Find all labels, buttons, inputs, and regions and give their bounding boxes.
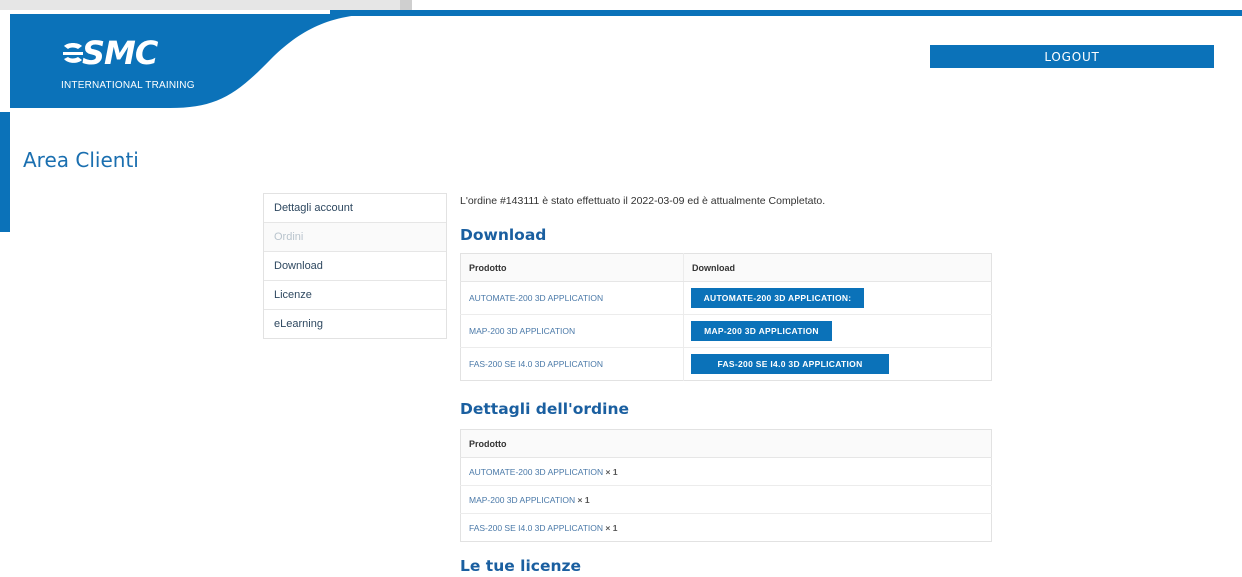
download-cell: AUTOMATE-200 3D APPLICATION:: [683, 281, 992, 315]
sidebar-item-licenze[interactable]: Licenze: [264, 281, 446, 310]
download-table: Prodotto Download AUTOMATE-200 3D APPLIC…: [460, 253, 992, 381]
table-row: MAP-200 3D APPLICATION MAP-200 3D APPLIC…: [460, 314, 992, 348]
order-suffix: .: [822, 195, 826, 207]
logo-subtitle: INTERNATIONAL TRAINING: [61, 80, 195, 91]
product-quantity: × 1: [605, 466, 618, 477]
detail-cell: MAP-200 3D APPLICATION × 1: [460, 485, 992, 514]
table-row: FAS-200 SE I4.0 3D APPLICATION FAS-200 S…: [460, 347, 992, 381]
download-cell: FAS-200 SE I4.0 3D APPLICATION: [683, 347, 992, 381]
logout-button[interactable]: LOGOUT: [930, 45, 1214, 68]
product-link[interactable]: AUTOMATE-200 3D APPLICATION: [469, 467, 603, 477]
page-title: Area Clienti: [23, 148, 139, 172]
download-button[interactable]: AUTOMATE-200 3D APPLICATION:: [691, 288, 864, 308]
sidebar-item-elearning[interactable]: eLearning: [264, 310, 446, 338]
order-summary: L'ordine #143111 è stato effettuato il 2…: [460, 190, 992, 212]
table-row: AUTOMATE-200 3D APPLICATION AUTOMATE-200…: [460, 281, 992, 315]
column-header-prodotto: Prodotto: [460, 429, 992, 458]
product-link[interactable]: FAS-200 SE I4.0 3D APPLICATION: [469, 523, 603, 533]
download-heading: Download: [460, 226, 547, 244]
licenses-heading: Le tue licenze: [460, 557, 582, 575]
table-row: FAS-200 SE I4.0 3D APPLICATION × 1: [460, 513, 992, 542]
header: SMC INTERNATIONAL TRAINING LOGOUT: [0, 0, 1242, 110]
product-link[interactable]: AUTOMATE-200 3D APPLICATION: [460, 281, 684, 315]
product-quantity: × 1: [605, 522, 618, 533]
sidebar-item-dettagli-account[interactable]: Dettagli account: [264, 194, 446, 223]
sidebar-item-download[interactable]: Download: [264, 252, 446, 281]
table-row: MAP-200 3D APPLICATION × 1: [460, 485, 992, 514]
smc-logo[interactable]: SMC INTERNATIONAL TRAINING: [60, 34, 194, 96]
account-sidebar: Dettagli account Ordini Download Licenze…: [263, 193, 447, 339]
logo-wordmark: SMC: [82, 34, 158, 72]
order-main: L'ordine #143111 è stato effettuato il 2…: [460, 190, 992, 575]
detail-cell: FAS-200 SE I4.0 3D APPLICATION × 1: [460, 513, 992, 542]
table-row: AUTOMATE-200 3D APPLICATION × 1: [460, 457, 992, 486]
order-middle2: ed è attualmente: [684, 195, 769, 207]
table-header-row: Prodotto: [460, 429, 992, 458]
column-header-download: Download: [683, 253, 992, 282]
download-cell: MAP-200 3D APPLICATION: [683, 314, 992, 348]
product-link[interactable]: MAP-200 3D APPLICATION: [469, 495, 575, 505]
sidebar-item-ordini[interactable]: Ordini: [264, 223, 446, 252]
download-button[interactable]: MAP-200 3D APPLICATION: [691, 321, 832, 341]
order-number: 143111: [505, 195, 540, 207]
order-middle: è stato effettuato il: [539, 195, 631, 207]
table-header-row: Prodotto Download: [460, 253, 992, 282]
download-button[interactable]: FAS-200 SE I4.0 3D APPLICATION: [691, 354, 889, 374]
order-details-heading: Dettagli dell'ordine: [460, 400, 630, 418]
detail-cell: AUTOMATE-200 3D APPLICATION × 1: [460, 457, 992, 486]
column-header-prodotto: Prodotto: [460, 253, 684, 282]
order-status: Completato: [768, 195, 823, 207]
product-link[interactable]: FAS-200 SE I4.0 3D APPLICATION: [460, 347, 684, 381]
order-prefix: L'ordine #: [460, 195, 506, 207]
left-accent-bar: [0, 112, 10, 232]
order-details-table: Prodotto AUTOMATE-200 3D APPLICATION × 1…: [460, 429, 992, 542]
order-date: 2022-03-09: [630, 195, 685, 207]
product-quantity: × 1: [577, 494, 590, 505]
product-link[interactable]: MAP-200 3D APPLICATION: [460, 314, 684, 348]
top-blue-stripe: [330, 10, 1242, 16]
